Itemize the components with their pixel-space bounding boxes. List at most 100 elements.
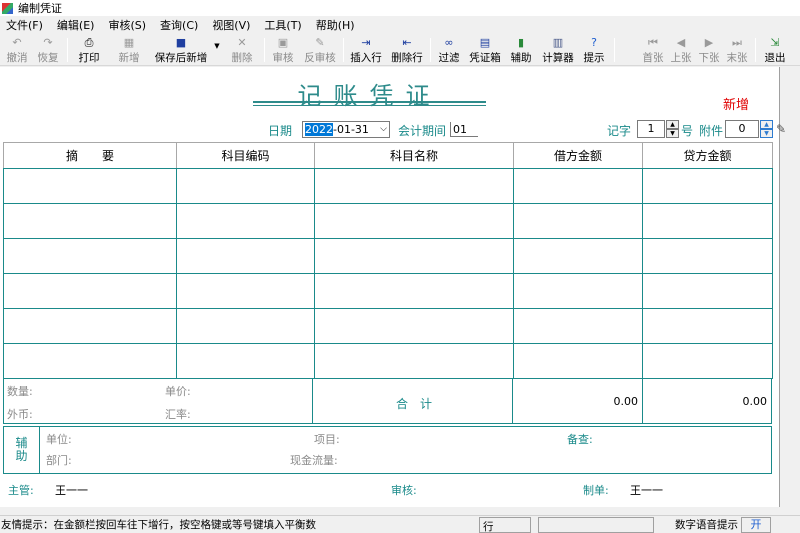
status-badge: 新增: [723, 98, 750, 113]
header-account-code: 科目编码: [176, 142, 315, 169]
stepper-up-icon[interactable]: ▲: [666, 120, 679, 129]
table-cell[interactable]: [642, 343, 773, 379]
voucher-number-stepper[interactable]: ▲ ▼: [666, 120, 679, 138]
table-cell[interactable]: [176, 343, 315, 379]
window-title: 编制凭证: [18, 2, 62, 15]
voucher-box-button[interactable]: ▤ 凭证箱: [467, 36, 503, 64]
stepper-down-icon[interactable]: ▼: [760, 129, 773, 138]
table-cell[interactable]: [642, 238, 773, 274]
total-label: 合 计: [395, 397, 432, 411]
chevron-down-icon: ▼: [214, 42, 220, 50]
table-cell[interactable]: [314, 343, 514, 379]
delete-button[interactable]: ✕ 删除: [229, 36, 255, 64]
date-picker[interactable]: 2022-01-31 ⌵: [302, 121, 390, 138]
unaudit-button[interactable]: ✎ 反审核: [302, 36, 338, 64]
table-cell[interactable]: [176, 308, 315, 344]
table-cell[interactable]: [513, 238, 643, 274]
audit-button[interactable]: ▣ 审核: [270, 36, 296, 64]
stepper-down-icon[interactable]: ▼: [666, 129, 679, 138]
filter-button[interactable]: ∞ 过滤: [436, 36, 462, 64]
row-indicator: 行: [479, 517, 531, 533]
table-row: [3, 238, 773, 274]
table-cell[interactable]: [176, 168, 315, 204]
maker-name: 王一一: [630, 484, 663, 497]
table-cell[interactable]: [642, 273, 773, 309]
insert-row-icon: ⇥: [361, 36, 371, 49]
calculator-icon: ▥: [552, 36, 564, 49]
table-cell[interactable]: [176, 203, 315, 239]
menu-tools[interactable]: 工具(T): [264, 17, 301, 33]
table-row: [3, 168, 773, 204]
menu-query[interactable]: 查询(C): [160, 17, 198, 33]
calculator-button[interactable]: ▥ 计算器: [540, 36, 576, 64]
menu-file[interactable]: 文件(F): [6, 17, 43, 33]
table-cell[interactable]: [314, 238, 514, 274]
chevron-down-icon[interactable]: ⌵: [380, 122, 387, 137]
insert-row-button[interactable]: ⇥ 插入行: [348, 36, 384, 64]
audit-icon: ▣: [277, 36, 289, 49]
table-cell[interactable]: [513, 343, 643, 379]
table-cell[interactable]: [642, 308, 773, 344]
table-cell[interactable]: [3, 343, 177, 379]
table-cell[interactable]: [3, 238, 177, 274]
table-cell[interactable]: [314, 308, 514, 344]
print-button[interactable]: ⎙ 打印: [76, 36, 102, 64]
table-cell[interactable]: [513, 168, 643, 204]
save-dropdown-arrow[interactable]: ▼: [213, 42, 221, 70]
foreign-currency-label: 外币:: [7, 408, 33, 421]
last-page-icon: ⏭: [732, 36, 742, 49]
table-cell[interactable]: [513, 308, 643, 344]
period-field[interactable]: 01: [450, 122, 478, 137]
voice-toggle[interactable]: 开: [741, 517, 771, 533]
assist-button[interactable]: ▮ 辅助: [508, 36, 534, 64]
voucher-number-field[interactable]: 1: [637, 120, 665, 138]
save-new-button[interactable]: ■ 保存后新增: [153, 36, 209, 64]
redo-button[interactable]: ↷ 恢复: [36, 36, 60, 64]
app-icon: [2, 2, 13, 14]
table-cell[interactable]: [314, 273, 514, 309]
table-cell[interactable]: [3, 203, 177, 239]
table-cell[interactable]: [176, 238, 315, 274]
binoculars-icon: ∞: [444, 36, 454, 49]
attachments-stepper[interactable]: ▲ ▼: [760, 120, 773, 138]
last-button[interactable]: ⏭ 末张: [724, 36, 750, 64]
exit-icon: ⇲: [770, 36, 780, 49]
table-cell[interactable]: [3, 273, 177, 309]
new-button[interactable]: ▦ 新增: [116, 36, 142, 64]
table-cell[interactable]: [513, 273, 643, 309]
delete-row-button[interactable]: ⇤ 删除行: [389, 36, 425, 64]
table-cell[interactable]: [314, 203, 514, 239]
menu-edit[interactable]: 编辑(E): [57, 17, 95, 33]
menu-help[interactable]: 帮助(H): [316, 17, 355, 33]
table-cell[interactable]: [513, 203, 643, 239]
menu-audit[interactable]: 审核(S): [108, 17, 146, 33]
unit-price-label: 单价:: [165, 385, 191, 398]
undo-button[interactable]: ↶ 撤消: [5, 36, 29, 64]
supervisor-label: 主管:: [8, 484, 34, 497]
debit-total-cell: 0.00: [515, 379, 643, 423]
maker-label: 制单:: [583, 484, 609, 497]
table-cell[interactable]: [314, 168, 514, 204]
exit-button[interactable]: ⇲ 退出: [762, 36, 788, 64]
table-cell[interactable]: [3, 308, 177, 344]
delete-row-icon: ⇤: [402, 36, 412, 49]
project-label: 项目:: [314, 433, 340, 446]
next-button[interactable]: ▶ 下张: [696, 36, 722, 64]
total-label-cell: 合 计: [315, 379, 513, 423]
stepper-up-icon[interactable]: ▲: [760, 120, 773, 129]
hint-button[interactable]: ? 提示: [581, 36, 607, 64]
unit-label: 单位:: [46, 433, 72, 446]
first-button[interactable]: ⏮ 首张: [640, 36, 666, 64]
status-bar: 友情提示：在金额栏按回车往下增行，按空格键或等号键填入平衡数 行 数字语音提示 …: [0, 515, 800, 533]
menu-view[interactable]: 视图(V): [212, 17, 250, 33]
book-icon: ▮: [517, 36, 525, 49]
table-cell[interactable]: [176, 273, 315, 309]
attachments-field[interactable]: 0: [725, 120, 759, 138]
entry-rows: [3, 168, 773, 379]
prev-button[interactable]: ◀ 上张: [668, 36, 694, 64]
table-cell[interactable]: [642, 168, 773, 204]
supervisor-name: 王一一: [55, 484, 88, 497]
pencil-icon[interactable]: ✎: [776, 122, 786, 136]
table-cell[interactable]: [642, 203, 773, 239]
table-cell[interactable]: [3, 168, 177, 204]
